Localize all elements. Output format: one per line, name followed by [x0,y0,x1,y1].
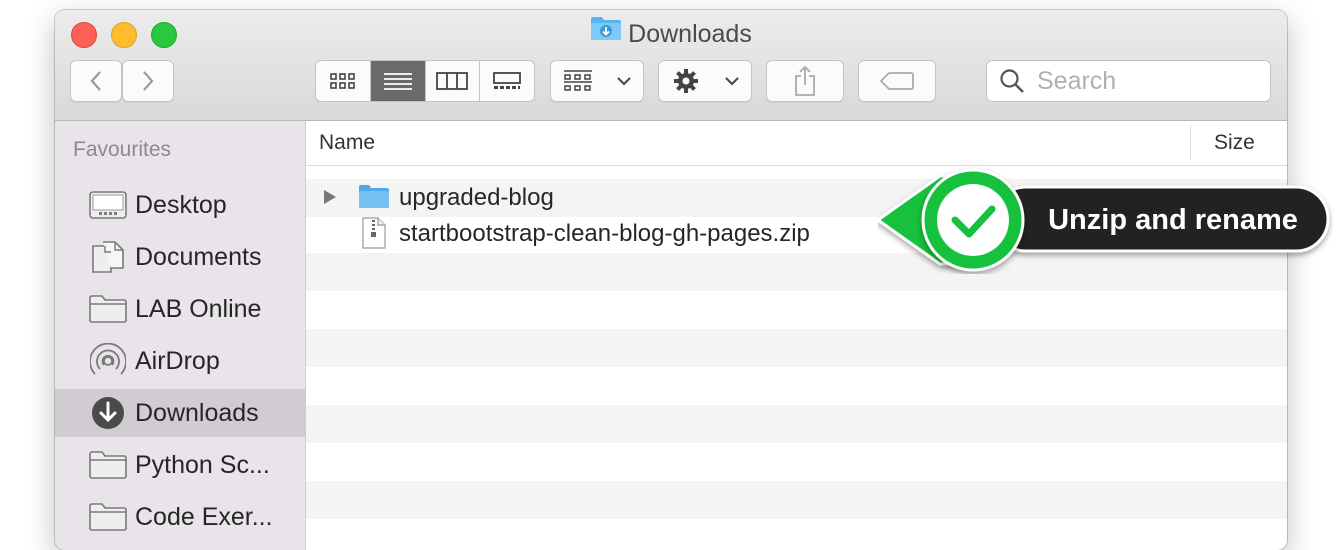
finder-window: Downloads Search Favourites Desktop Docu… [55,10,1287,550]
chevron-down-icon [617,77,631,86]
chevron-down-icon [724,77,739,86]
search-input[interactable] [1035,65,1259,97]
documents-icon [89,240,127,274]
downloads-icon [89,396,127,430]
gallery-view-button[interactable] [480,61,534,101]
share-button[interactable] [766,60,844,102]
sidebar-item-documents[interactable]: Documents [55,233,305,281]
folder-icon [89,500,127,534]
sidebar-item-code-exercises[interactable]: Code Exer... [55,493,305,541]
tag-icon [879,72,914,90]
folder-icon [89,292,127,326]
chevron-right-icon [143,71,154,91]
disclosure-triangle-icon[interactable] [323,189,337,210]
sidebar-item-label: AirDrop [135,346,220,375]
icon-view-icon [330,73,355,89]
back-button[interactable] [70,60,122,102]
sidebar-item-label: LAB Online [135,294,262,323]
empty-row [306,329,1287,367]
sidebar-item-label: Python Sc... [135,450,270,479]
sidebar-item-label: Downloads [135,398,259,427]
tags-button[interactable] [858,60,936,102]
folder-icon [89,448,127,482]
sidebar-item-lab-online[interactable]: LAB Online [55,285,305,333]
sidebar-item-airdrop[interactable]: AirDrop [55,337,305,385]
search-field[interactable] [986,60,1271,102]
column-view-icon [436,72,469,90]
view-mode-control [315,60,535,102]
name-column-header[interactable]: Name [319,131,375,155]
group-by-button[interactable] [550,60,644,102]
icon-view-button[interactable] [316,61,371,101]
empty-row [306,405,1287,443]
sidebar-item-downloads[interactable]: Downloads [55,389,305,437]
list-view-icon [383,73,412,90]
window-title: Downloads [55,16,1287,52]
share-icon [795,65,815,96]
sidebar: Favourites Desktop Documents LAB Online … [55,121,306,550]
file-name: startbootstrap-clean-blog-gh-pages.zip [399,220,810,247]
sidebar-item-label: Desktop [135,190,227,219]
action-button[interactable] [658,60,752,102]
desktop-icon [89,188,127,222]
chevron-left-icon [90,71,101,91]
folder-icon [358,183,390,214]
column-view-button[interactable] [426,61,481,101]
sidebar-item-label: Code Exer... [135,502,273,531]
titlebar: Downloads [55,10,1287,121]
sidebar-item-desktop[interactable]: Desktop [55,181,305,229]
size-column-header[interactable]: Size [1214,131,1255,155]
downloads-folder-icon [590,15,622,51]
window-title-text: Downloads [628,20,752,48]
search-icon [1000,69,1024,93]
callout-text: Unzip and rename [1048,203,1298,236]
list-view-button[interactable] [370,61,426,101]
column-divider[interactable] [1190,125,1191,160]
gear-icon [673,69,698,93]
column-header: Name Size [306,121,1287,166]
airdrop-icon [89,343,127,378]
sidebar-item-python-scripts[interactable]: Python Sc... [55,441,305,489]
empty-row [306,481,1287,519]
zip-file-icon [362,217,386,254]
group-icon [564,70,592,91]
gallery-view-icon [493,72,522,89]
forward-button[interactable] [122,60,174,102]
sidebar-heading: Favourites [73,138,172,161]
file-name: upgraded-blog [399,184,554,211]
sidebar-item-label: Documents [135,242,262,271]
